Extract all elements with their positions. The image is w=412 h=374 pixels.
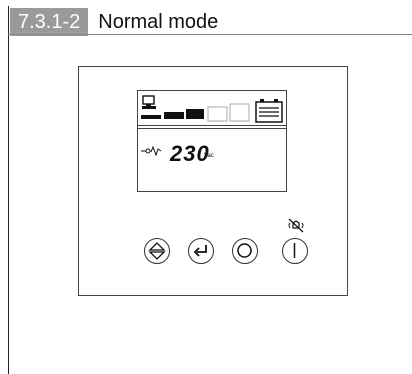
- caption-rule: [8, 34, 412, 35]
- ac-input-icon: [141, 145, 162, 157]
- on-icon: [293, 243, 296, 258]
- voltage-unit: Vac: [204, 153, 214, 159]
- load-bar-1: [141, 115, 161, 119]
- enter-button[interactable]: [188, 238, 214, 264]
- load-bar-2: [164, 112, 184, 119]
- load-bar-3: [186, 109, 204, 119]
- scroll-updown-icon: [148, 242, 166, 260]
- off-icon: [237, 243, 252, 258]
- figure-title: Normal mode: [98, 10, 219, 33]
- load-bar-4: [207, 106, 228, 122]
- lcd-graphics: [141, 95, 283, 157]
- computer-icon: [142, 95, 156, 109]
- off-button[interactable]: [232, 238, 258, 264]
- ups-front-panel: 230 Vac: [78, 66, 348, 296]
- figure-caption: 7.3.1-2 Normal mode: [10, 8, 218, 36]
- lcd-display: 230 Vac: [137, 90, 287, 192]
- battery-icon: [255, 99, 283, 123]
- figure-number: 7.3.1-2: [10, 8, 89, 36]
- enter-icon: [193, 245, 207, 257]
- left-border-line: [8, 6, 9, 374]
- scroll-button[interactable]: [144, 238, 170, 264]
- alarm-muted-icon: [288, 218, 304, 233]
- load-bar-5: [229, 103, 250, 122]
- lcd-divider: [138, 125, 286, 126]
- on-button[interactable]: [282, 238, 308, 264]
- lcd-divider-2: [138, 128, 286, 129]
